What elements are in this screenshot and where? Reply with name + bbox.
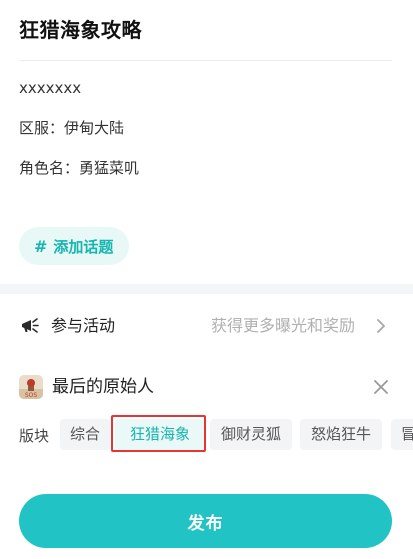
board-chip-fox[interactable]: 御财灵狐 [210,419,292,450]
hash-icon: # [34,236,48,256]
chevron-right-icon [377,319,385,333]
body-line-3[interactable]: 角色名：勇猛菜叽 [19,158,139,178]
selected-game-row: SOS 最后的原始人 [0,370,413,404]
board-selector: 版块 综合 狂猎海象 御财灵狐 怒焰狂牛 冒 [0,418,413,452]
publish-button[interactable]: 发布 [19,494,392,548]
add-topic-button[interactable]: # 添加话题 [19,227,130,265]
board-chip-partial[interactable]: 冒 [391,419,413,450]
board-label: 版块 [19,427,50,445]
join-activity-label: 参与活动 [51,316,116,335]
selection-highlight-box [111,415,206,452]
post-editor: 狂猎海象攻略 xxxxxxx 区服：伊甸大陆 角色名：勇猛菜叽 # 添加话题 参… [0,0,413,559]
section-divider [0,284,413,294]
close-icon[interactable] [374,380,388,394]
activity-hint: 获得更多曝光和奖励 [210,316,355,335]
post-title[interactable]: 狂猎海象攻略 [19,16,142,44]
game-icon-text: SOS [25,392,38,399]
join-activity-row[interactable]: 参与活动 获得更多曝光和奖励 [0,306,413,346]
body-line-2[interactable]: 区服：伊甸大陆 [19,118,124,138]
game-name: 最后的原始人 [52,377,154,397]
add-topic-label: 添加话题 [53,237,114,256]
game-icon: SOS [19,375,43,399]
title-divider [19,60,392,61]
board-chip-bull[interactable]: 怒焰狂牛 [300,419,382,450]
board-chip-general[interactable]: 综合 [60,419,110,450]
megaphone-icon [22,318,39,333]
body-line-1[interactable]: xxxxxxx [19,78,81,98]
